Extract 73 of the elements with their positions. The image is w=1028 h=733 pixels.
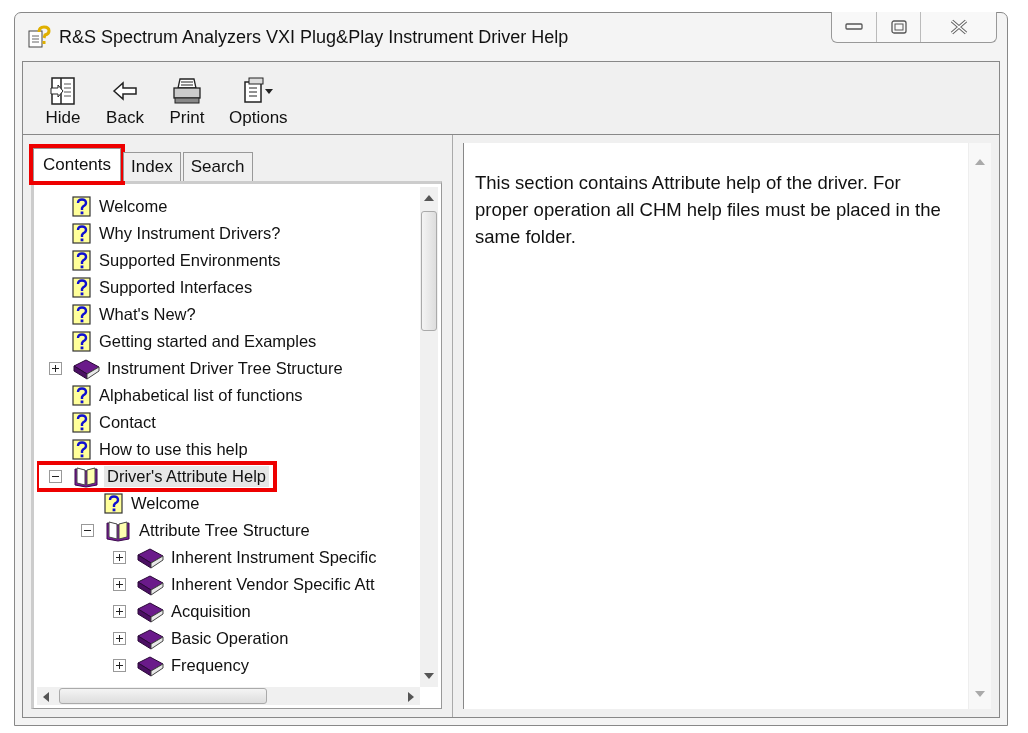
window-title: R&S Spectrum Analyzers VXI Plug&Play Instrument Driver Help: [59, 26, 569, 48]
collapse-toggle[interactable]: [81, 524, 94, 537]
help-page-icon: [72, 222, 92, 245]
tree-item[interactable]: Supported Environments: [96, 250, 284, 271]
help-page-icon: [72, 303, 92, 326]
help-page-icon: [72, 411, 92, 434]
hide-pane-icon: [48, 76, 78, 106]
help-page-icon: [72, 276, 92, 299]
expand-toggle[interactable]: [113, 659, 126, 672]
book-icon: [136, 654, 164, 677]
expand-toggle[interactable]: [113, 632, 126, 645]
tree-item[interactable]: Welcome: [128, 493, 203, 514]
close-icon: [948, 19, 969, 35]
plus-icon: [115, 553, 124, 562]
tree-item[interactable]: Contact: [96, 412, 159, 433]
collapse-toggle[interactable]: [49, 470, 62, 483]
help-page-icon: [72, 384, 92, 407]
vertical-scrollbar[interactable]: [420, 187, 438, 687]
expand-toggle[interactable]: [113, 578, 126, 591]
help-page-icon: [72, 249, 92, 272]
help-page-icon: [72, 438, 92, 461]
scroll-left-arrow-icon[interactable]: [43, 692, 49, 702]
tree-item[interactable]: What's New?: [96, 304, 199, 325]
book-icon: [136, 600, 164, 623]
printer-icon: [172, 76, 202, 106]
tree-item[interactable]: Acquisition: [168, 601, 254, 622]
maximize-icon: [890, 20, 907, 34]
scrollbar-thumb[interactable]: [59, 688, 267, 704]
scroll-down-arrow-icon[interactable]: [424, 673, 434, 679]
scrollbar-thumb[interactable]: [421, 211, 437, 331]
tree-item[interactable]: Basic Operation: [168, 628, 292, 649]
expand-toggle[interactable]: [49, 362, 62, 375]
scroll-right-arrow-icon[interactable]: [408, 692, 414, 702]
help-book-icon: [27, 25, 51, 49]
plus-icon: [115, 661, 124, 670]
help-page-icon: [72, 330, 92, 353]
back-button[interactable]: Back: [99, 76, 151, 128]
expand-toggle[interactable]: [113, 605, 126, 618]
horizontal-scrollbar[interactable]: [37, 687, 420, 705]
tree-item[interactable]: Getting started and Examples: [96, 331, 320, 352]
help-page-icon: [104, 492, 124, 515]
tab[interactable]: Search: [182, 152, 253, 181]
expand-toggle[interactable]: [113, 551, 126, 564]
book-icon: [136, 627, 164, 650]
minimize-icon: [845, 23, 863, 31]
tree-item[interactable]: Instrument Driver Tree Structure: [104, 358, 346, 379]
tree-item[interactable]: Supported Interfaces: [96, 277, 256, 298]
book-icon: [72, 357, 100, 380]
tree-item[interactable]: Alphabetical list of functions: [96, 385, 306, 406]
plus-icon: [115, 607, 124, 616]
tree-item[interactable]: How to use this help: [96, 439, 251, 460]
print-button[interactable]: Print: [161, 76, 213, 128]
tree-item[interactable]: Inherent Instrument Specific: [168, 547, 380, 568]
plus-icon: [51, 364, 60, 373]
help-page-icon: [72, 195, 92, 218]
scroll-up-arrow-icon[interactable]: [424, 195, 434, 201]
tree-item[interactable]: Attribute Tree Structure: [136, 520, 313, 541]
topic-text: This section contains Attribute help of the driver. For proper operation all CHM help files must be placed in the same folder.: [475, 171, 942, 249]
book-icon: [136, 573, 164, 596]
tree-item[interactable]: Why Instrument Drivers?: [96, 223, 284, 244]
tree-item[interactable]: Welcome: [96, 196, 171, 217]
options-button[interactable]: Options: [223, 76, 294, 128]
tab[interactable]: Index: [123, 152, 181, 181]
open-book-icon: [104, 519, 132, 542]
plus-icon: [115, 634, 124, 643]
plus-icon: [115, 580, 124, 589]
open-book-icon: [72, 465, 100, 488]
tree-item[interactable]: Driver's Attribute Help: [104, 466, 270, 487]
tree-item[interactable]: Frequency: [168, 655, 252, 676]
book-icon: [136, 546, 164, 569]
tree-item[interactable]: Inherent Vendor Specific Att: [168, 574, 378, 595]
options-icon: [241, 76, 276, 106]
hide-button[interactable]: Hide: [37, 76, 89, 128]
